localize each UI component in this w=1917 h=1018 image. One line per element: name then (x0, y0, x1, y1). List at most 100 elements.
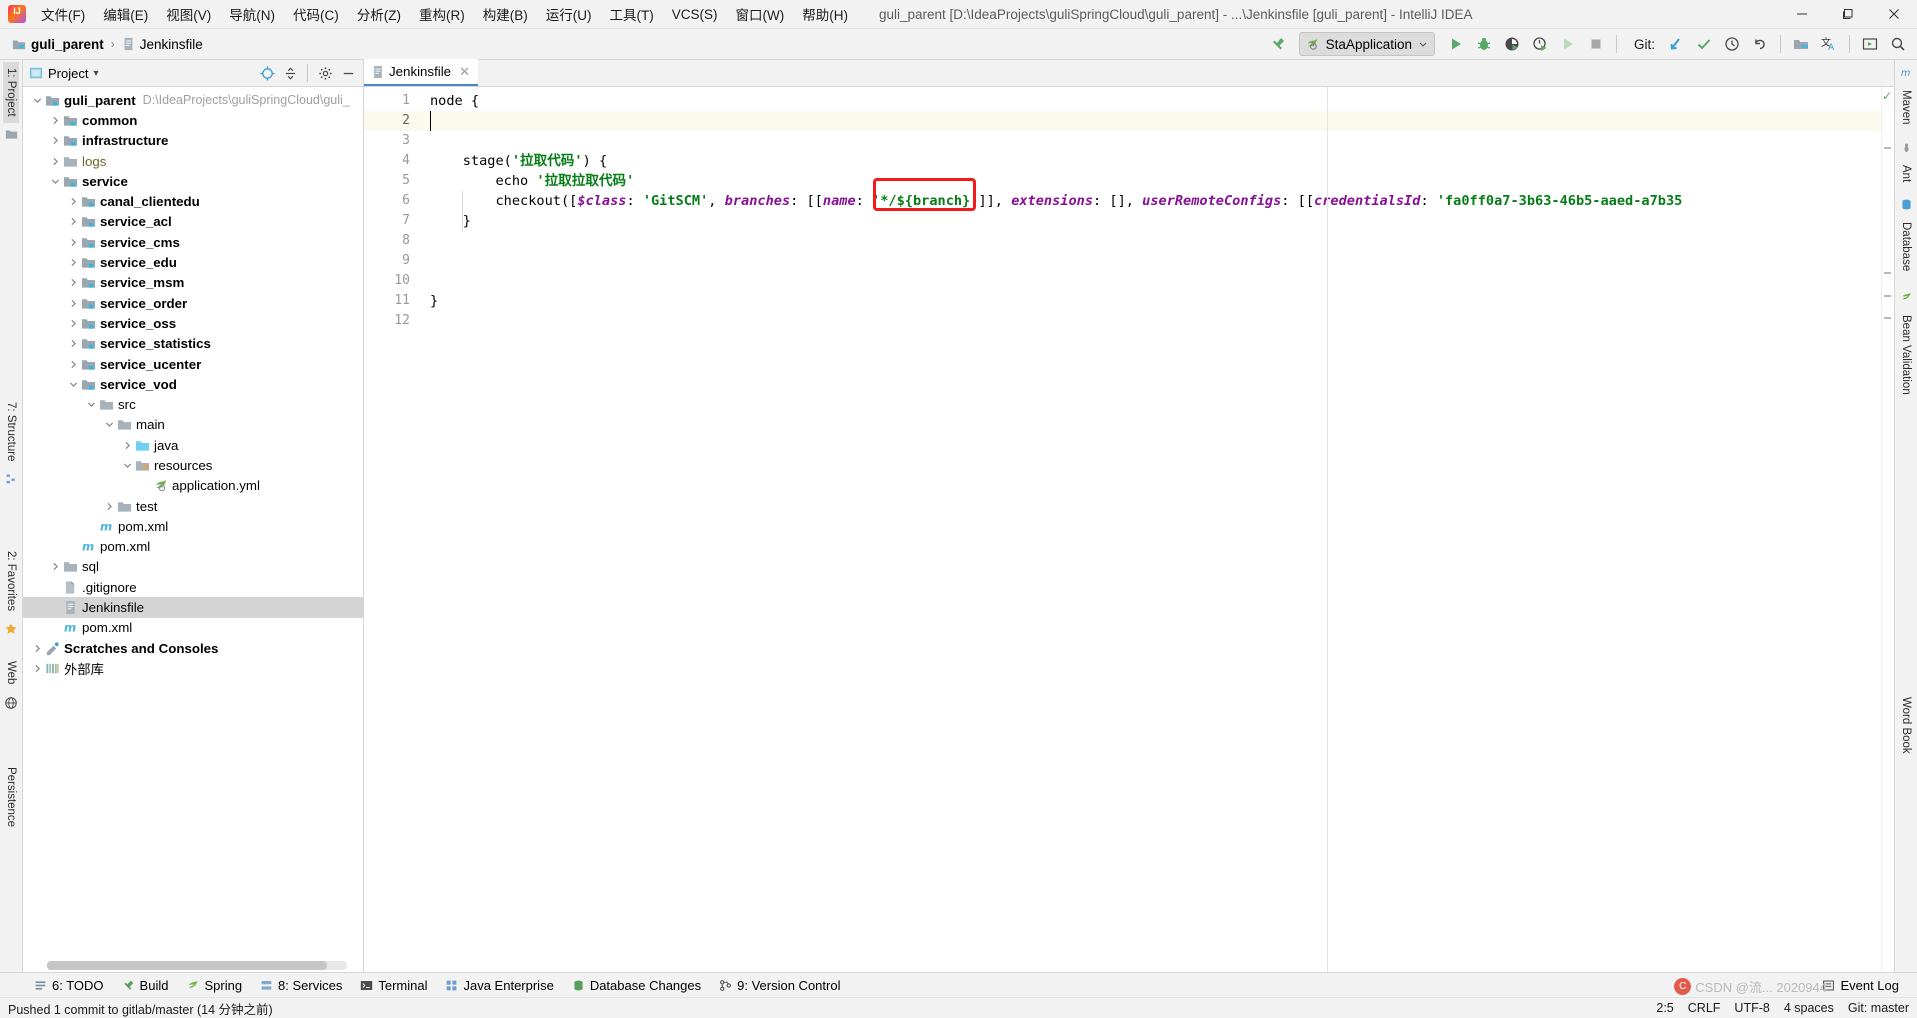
menu-item-9[interactable]: 工具(T) (601, 0, 663, 28)
tree-node-guli-parent[interactable]: guli_parent D:\IdeaProjects\guliSpringClo… (23, 90, 363, 110)
build-hammer-icon[interactable] (1265, 32, 1291, 56)
indent-setting[interactable]: 4 spaces (1784, 1001, 1834, 1015)
tree-node-service-statistics[interactable]: service_statistics (23, 334, 363, 354)
tree-node-pom-xml[interactable]: m pom.xml (23, 618, 363, 638)
debug-button[interactable] (1471, 32, 1497, 56)
tree-node-infrastructure[interactable]: infrastructure (23, 131, 363, 151)
tree-node-service-edu[interactable]: service_edu (23, 252, 363, 272)
menu-item-12[interactable]: 帮助(H) (793, 0, 857, 28)
menu-item-10[interactable]: VCS(S) (663, 3, 727, 26)
rail-tab-project[interactable]: 1: Project (3, 62, 19, 123)
rail-tab-ant[interactable]: Ant (1898, 159, 1914, 188)
gutter-line-number[interactable]: 6 (364, 191, 422, 211)
tree-node-pom-xml[interactable]: m pom.xml (23, 537, 363, 557)
maximize-button[interactable] (1825, 0, 1871, 28)
tree-node--gitignore[interactable]: .gitignore (23, 577, 363, 597)
minimize-button[interactable] (1779, 0, 1825, 28)
gutter-line-number[interactable]: 10 (364, 271, 422, 291)
gutter-line-number[interactable]: 12 (364, 311, 422, 331)
tree-node-service-order[interactable]: service_order (23, 293, 363, 313)
chevron-right-icon[interactable] (103, 500, 116, 513)
tree-node-application-yml[interactable]: application.yml (23, 476, 363, 496)
chevron-right-icon[interactable] (67, 297, 80, 310)
bottom-tab-terminal[interactable]: Terminal (352, 976, 435, 995)
bottom-tab-6-todo[interactable]: 6: TODO (26, 976, 112, 995)
bottom-tab-java-enterprise[interactable]: Java Enterprise (437, 976, 561, 995)
menu-item-3[interactable]: 导航(N) (220, 0, 284, 28)
menu-item-4[interactable]: 代码(C) (284, 0, 348, 28)
database-rail-icon[interactable] (1900, 198, 1913, 211)
bottom-tab-9-version-control[interactable]: 9: Version Control (711, 976, 848, 995)
select-opened-file-icon[interactable] (256, 62, 278, 84)
run-with-coverage-button[interactable] (1499, 32, 1525, 56)
code-line[interactable]: checkout([$class: 'GitSCM', branches: [[… (422, 191, 1894, 211)
collapse-all-icon[interactable] (279, 62, 301, 84)
menu-item-0[interactable]: 文件(F) (32, 0, 94, 28)
search-everywhere-icon[interactable] (1885, 32, 1911, 56)
tree-node-service-cms[interactable]: service_cms (23, 232, 363, 252)
chevron-down-icon[interactable] (67, 378, 80, 391)
chevron-right-icon[interactable] (49, 560, 62, 573)
commit-rail-icon[interactable] (5, 128, 18, 141)
chevron-right-icon[interactable] (49, 155, 62, 168)
tree-node-service-vod[interactable]: service_vod (23, 374, 363, 394)
tree-node-service[interactable]: service (23, 171, 363, 191)
run-anything-icon[interactable] (1857, 32, 1883, 56)
chevron-right-icon[interactable] (49, 134, 62, 147)
code-line[interactable] (422, 131, 1894, 151)
line-separator[interactable]: CRLF (1688, 1001, 1721, 1015)
gutter-line-number[interactable]: 11 (364, 291, 422, 311)
tree-node-sql[interactable]: sql (23, 557, 363, 577)
translate-icon[interactable]: 文A (1816, 32, 1842, 56)
code-line[interactable] (422, 231, 1894, 251)
git-update-icon[interactable] (1663, 32, 1689, 56)
chevron-down-icon[interactable] (85, 398, 98, 411)
tree-node-pom-xml[interactable]: m pom.xml (23, 516, 363, 536)
code-line[interactable] (422, 271, 1894, 291)
code-line[interactable] (422, 111, 1894, 131)
tree-node-test[interactable]: test (23, 496, 363, 516)
menu-item-6[interactable]: 重构(R) (410, 0, 474, 28)
gutter-line-number[interactable]: 5 (364, 171, 422, 191)
chevron-down-icon[interactable] (49, 175, 62, 188)
code-line[interactable]: } (422, 291, 1894, 311)
tree-node-service-oss[interactable]: service_oss (23, 313, 363, 333)
rail-tab-structure[interactable]: 7: Structure (3, 396, 19, 467)
gutter-line-number[interactable]: 1 (364, 91, 422, 111)
code-line[interactable]: node { (422, 91, 1894, 111)
chevron-down-icon[interactable] (103, 418, 116, 431)
bottom-tab-event-log[interactable]: Event Log (1814, 976, 1907, 995)
run-configuration-selector[interactable]: StaApplication (1298, 32, 1435, 56)
gutter-line-number[interactable]: 8 (364, 231, 422, 251)
tree-node-scratches-and-consoles[interactable]: Scratches and Consoles (23, 638, 363, 658)
gutter-line-number[interactable]: 9 (364, 251, 422, 271)
project-panel-title[interactable]: Project ▾ (29, 66, 99, 81)
gutter-line-number[interactable]: 7 (364, 211, 422, 231)
chevron-right-icon[interactable] (67, 317, 80, 330)
tree-node-logs[interactable]: logs (23, 151, 363, 171)
stop-button[interactable] (1583, 32, 1609, 56)
code-line[interactable] (422, 311, 1894, 331)
bottom-tab-spring[interactable]: Spring (178, 976, 250, 995)
tree-node-service-msm[interactable]: service_msm (23, 273, 363, 293)
chevron-right-icon[interactable] (67, 236, 80, 249)
bottom-tab-database-changes[interactable]: Database Changes (564, 976, 709, 995)
close-icon[interactable]: ✕ (459, 64, 470, 80)
chevron-right-icon[interactable] (31, 662, 44, 675)
code-line[interactable]: stage('拉取代码') { (422, 151, 1894, 171)
globe-icon[interactable] (4, 696, 18, 710)
git-branch-widget[interactable]: Git: master (1848, 1001, 1909, 1015)
profiler-button[interactable] (1527, 32, 1553, 56)
menu-item-1[interactable]: 编辑(E) (94, 0, 157, 28)
tree-node-common[interactable]: common (23, 110, 363, 130)
rail-tab-persistence[interactable]: Persistence (3, 761, 19, 833)
breadcrumb-file[interactable]: Jenkinsfile (118, 35, 207, 54)
tree-node-src[interactable]: src (23, 394, 363, 414)
chevron-right-icon[interactable] (121, 439, 134, 452)
git-commit-icon[interactable] (1691, 32, 1717, 56)
code-editor[interactable]: 1 2 3 4 5 6 7 8 9 10 11 12 node { stage('拉取代码') { e… (364, 87, 1894, 972)
bean-validation-rail-icon[interactable] (1900, 291, 1913, 304)
star-icon[interactable] (4, 622, 18, 636)
structure-rail-icon[interactable] (5, 472, 18, 485)
gutter-line-number[interactable]: 4 (364, 151, 422, 171)
